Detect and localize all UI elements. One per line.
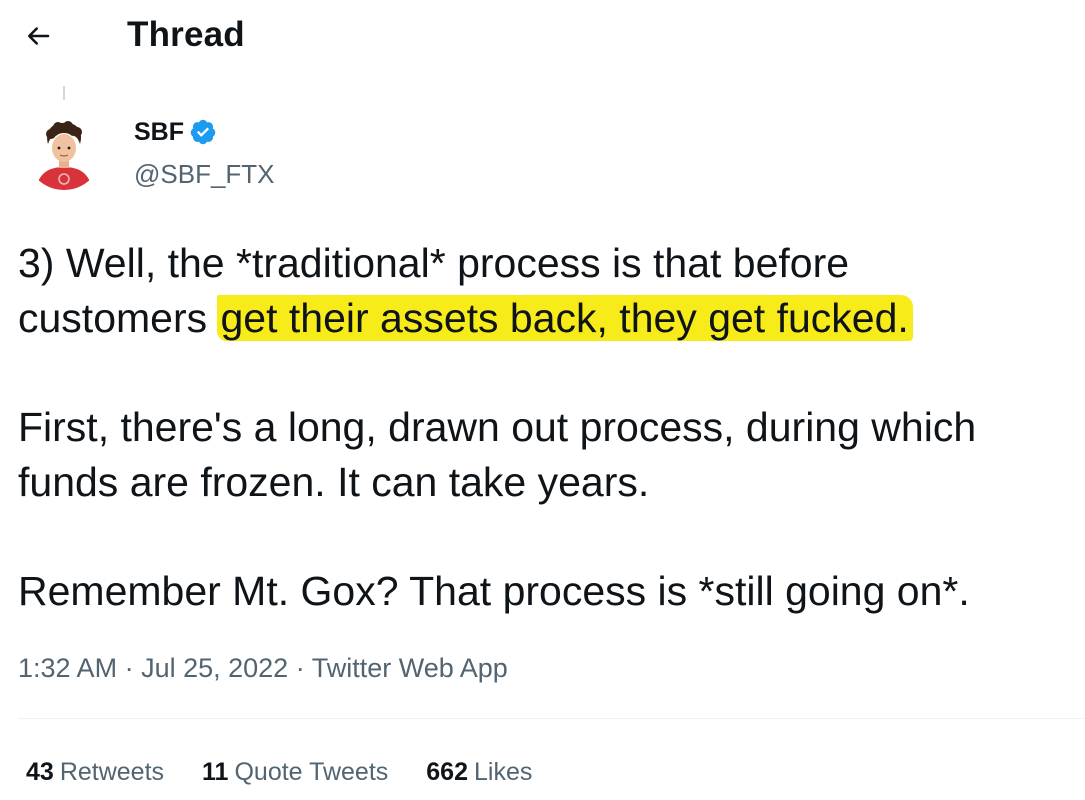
highlighted-text: get their assets back, they get fucked. [216,295,913,341]
tweet-meta: 1:32 AM · Jul 25, 2022 · Twitter Web App [18,648,508,688]
quote-tweets-count: 11 [202,758,229,786]
quote-tweets-label: Quote Tweets [234,758,389,786]
likes-count: 662 [426,758,468,786]
retweets-stat[interactable]: 43 Retweets [26,754,164,790]
author-name[interactable]: SBF [134,115,184,149]
tweet-line-plain: customers [18,295,219,341]
meta-separator: · [117,653,142,683]
thread-header: Thread [0,0,1085,72]
divider [18,718,1085,719]
tweet-line: funds are frozen. It can take years. [18,459,650,505]
likes-label: Likes [473,758,533,786]
avatar[interactable] [26,114,102,190]
tweet-line: 3) Well, the *traditional* process is th… [18,240,850,286]
tweet-stats: 43 Retweets 11 Quote Tweets 662 Likes [26,754,570,790]
tweet-time[interactable]: 1:32 AM [18,653,117,683]
author-handle[interactable]: @SBF_FTX [134,157,275,191]
meta-separator: · [288,653,312,683]
avatar-illustration [26,114,102,190]
tweet-source[interactable]: Twitter Web App [312,653,508,683]
tweet-date[interactable]: Jul 25, 2022 [141,653,288,683]
retweets-label: Retweets [59,758,165,786]
tweet-text: 3) Well, the *traditional* process is th… [18,236,1083,619]
tweet-line: customers get their assets back, they ge… [18,291,1083,346]
back-button[interactable] [14,12,62,60]
thread-connector-line [63,86,65,100]
page-title: Thread [127,15,245,54]
quote-tweets-stat[interactable]: 11 Quote Tweets [202,754,388,790]
retweets-count: 43 [26,758,54,786]
verified-badge-icon [189,118,217,146]
arrow-left-icon[interactable] [23,21,53,51]
tweet-line: First, there's a long, drawn out process… [18,404,977,450]
likes-stat[interactable]: 662 Likes [426,754,532,790]
tweet-line: Remember Mt. Gox? That process is *still… [18,568,970,614]
author-name-row[interactable]: SBF [134,115,217,149]
